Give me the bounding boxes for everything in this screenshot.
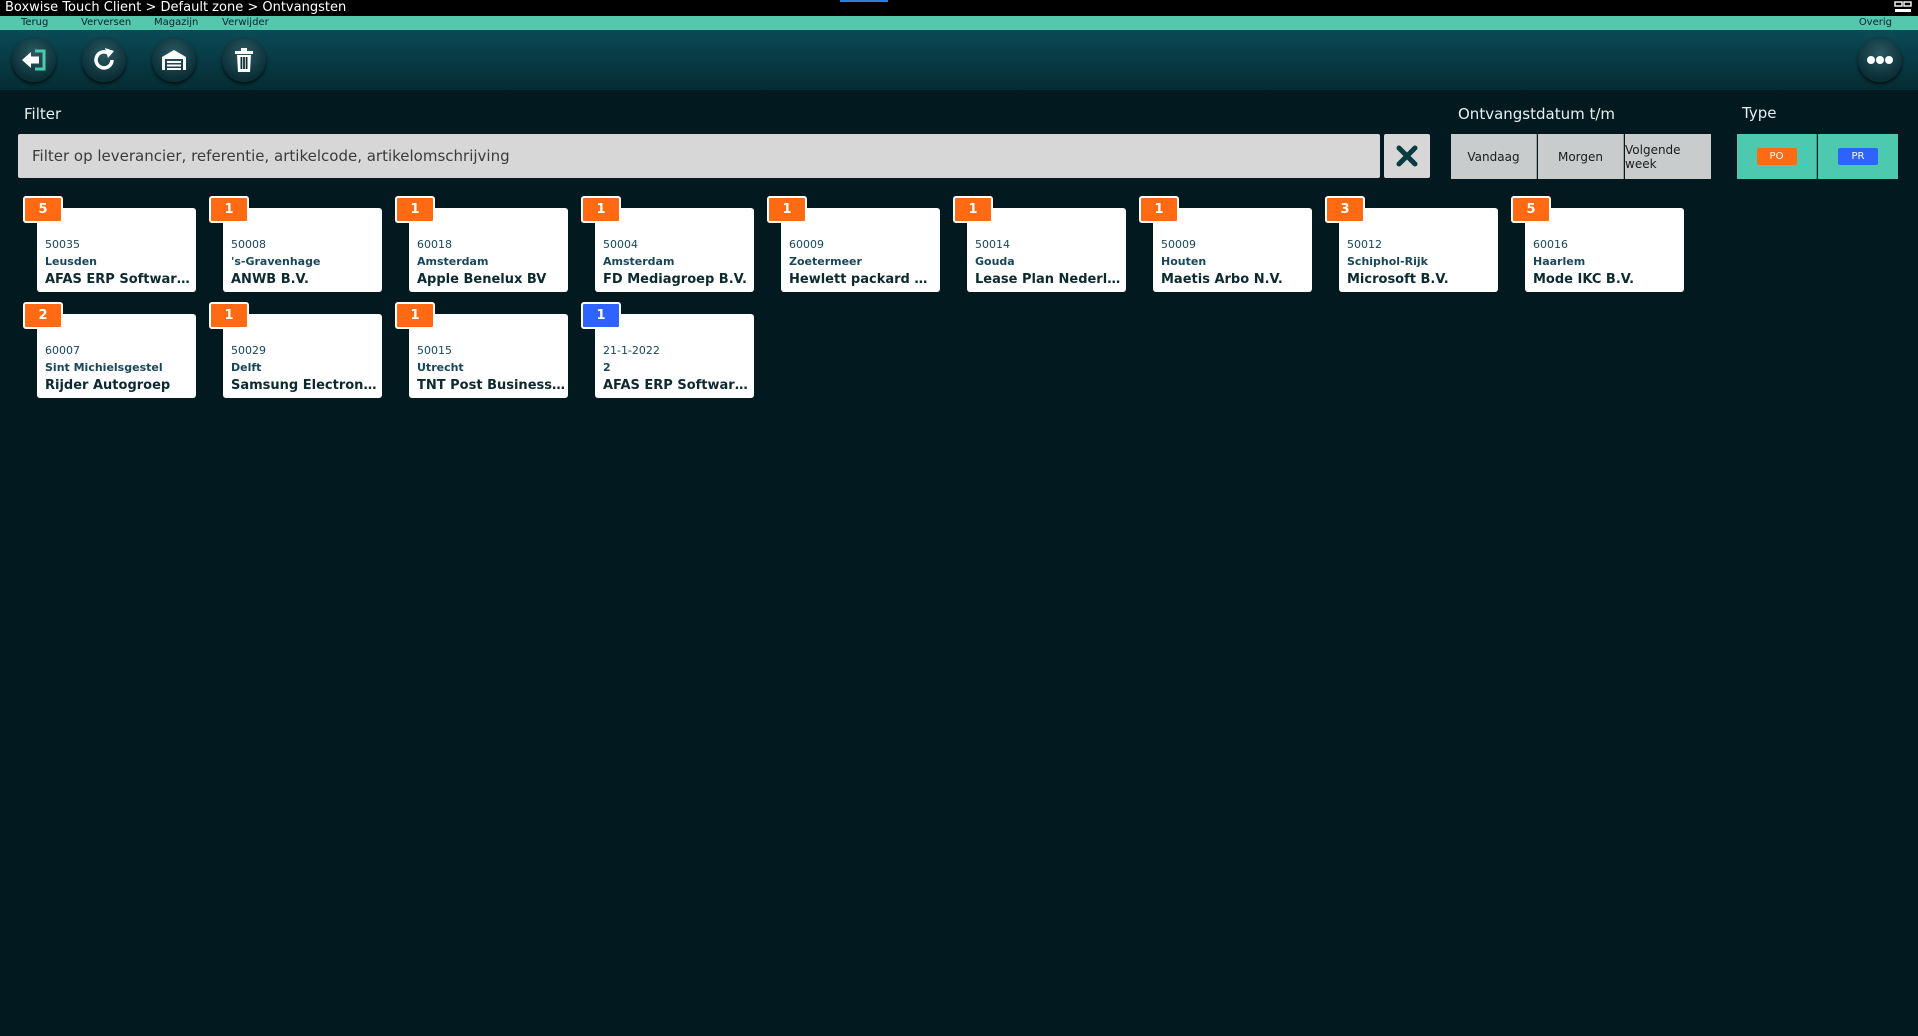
more-dots-icon bbox=[1867, 56, 1893, 64]
card-code: 50029 bbox=[231, 344, 266, 357]
card-code: 50004 bbox=[603, 238, 638, 251]
title-bar: Boxwise Touch Client > Default zone > On… bbox=[0, 0, 1918, 16]
warehouse-label[interactable]: Magazijn bbox=[154, 16, 198, 30]
card-city: Utrecht bbox=[417, 361, 464, 374]
delete-label[interactable]: Verwijder bbox=[222, 16, 269, 30]
more-button[interactable] bbox=[1858, 38, 1902, 82]
card-supplier-name: FD Mediagroep B.V. bbox=[603, 272, 747, 287]
card-supplier-name: Hewlett packard B.V. bbox=[789, 272, 937, 287]
card-code: 60007 bbox=[45, 344, 80, 357]
filter-input[interactable] bbox=[18, 134, 1380, 178]
count-badge: 1 bbox=[209, 196, 249, 223]
warehouse-icon bbox=[162, 50, 186, 70]
card-code: 50008 bbox=[231, 238, 266, 251]
back-arrow-icon bbox=[22, 49, 46, 71]
card-city: Houten bbox=[1161, 255, 1207, 268]
card-city: Amsterdam bbox=[603, 255, 675, 268]
card-city: 2 bbox=[603, 361, 611, 374]
receipt-card[interactable]: 1 50004 Amsterdam FD Mediagroep B.V. bbox=[581, 196, 754, 292]
warehouse-button[interactable] bbox=[152, 38, 196, 82]
toolbar-labels: Terug Verversen Magazijn Verwijder Overi… bbox=[0, 16, 1918, 30]
back-label[interactable]: Terug bbox=[21, 16, 48, 30]
count-badge: 5 bbox=[1511, 196, 1551, 223]
card-supplier-name: Apple Benelux BV bbox=[417, 272, 547, 287]
clear-filter-button[interactable] bbox=[1384, 134, 1430, 178]
card-supplier-name: ANWB B.V. bbox=[231, 272, 309, 287]
card-code: 50035 bbox=[45, 238, 80, 251]
count-badge: 1 bbox=[767, 196, 807, 223]
receipt-card[interactable]: 1 60018 Amsterdam Apple Benelux BV bbox=[395, 196, 568, 292]
window-menu-icon[interactable] bbox=[1894, 1, 1912, 13]
receipt-card[interactable]: 5 50035 Leusden AFAS ERP Software ... bbox=[23, 196, 196, 292]
card-supplier-name: Maetis Arbo N.V. bbox=[1161, 272, 1283, 287]
count-badge: 1 bbox=[581, 196, 621, 223]
card-city: Amsterdam bbox=[417, 255, 489, 268]
receipt-card[interactable]: 1 50015 Utrecht TNT Post Business S... bbox=[395, 302, 568, 398]
receipt-card[interactable]: 1 50008 's-Gravenhage ANWB B.V. bbox=[209, 196, 382, 292]
card-code: 50009 bbox=[1161, 238, 1196, 251]
close-icon bbox=[1396, 145, 1418, 167]
date-today-button[interactable]: Vandaag bbox=[1451, 134, 1537, 179]
type-pr-toggle[interactable]: PR bbox=[1818, 134, 1898, 179]
date-next-week-button[interactable]: Volgende week bbox=[1625, 134, 1711, 179]
window-title: Boxwise Touch Client > Default zone > On… bbox=[5, 0, 347, 15]
card-code: 21-1-2022 bbox=[603, 344, 660, 357]
receipt-card[interactable]: 3 50012 Schiphol-Rijk Microsoft B.V. bbox=[1325, 196, 1498, 292]
type-po-chip: PO bbox=[1756, 148, 1797, 165]
count-badge: 1 bbox=[395, 196, 435, 223]
card-code: 50015 bbox=[417, 344, 452, 357]
card-supplier-name: TNT Post Business S... bbox=[417, 378, 565, 393]
card-city: Sint Michielsgestel bbox=[45, 361, 163, 374]
card-city: Delft bbox=[231, 361, 262, 374]
card-code: 60016 bbox=[1533, 238, 1568, 251]
back-button[interactable] bbox=[12, 38, 56, 82]
card-city: Zoetermeer bbox=[789, 255, 862, 268]
refresh-button[interactable] bbox=[82, 38, 126, 82]
count-badge: 1 bbox=[953, 196, 993, 223]
receipt-card[interactable]: 1 50014 Gouda Lease Plan Nederla... bbox=[953, 196, 1126, 292]
count-badge: 3 bbox=[1325, 196, 1365, 223]
receipt-card[interactable]: 1 21-1-2022 2 AFAS ERP Software ... bbox=[581, 302, 754, 398]
card-supplier-name: Lease Plan Nederla... bbox=[975, 272, 1123, 287]
card-city: Leusden bbox=[45, 255, 98, 268]
receipt-card[interactable]: 1 60009 Zoetermeer Hewlett packard B.V. bbox=[767, 196, 940, 292]
card-supplier-name: Microsoft B.V. bbox=[1347, 272, 1449, 287]
count-badge: 5 bbox=[23, 196, 63, 223]
toolbar bbox=[0, 30, 1918, 90]
card-city: 's-Gravenhage bbox=[231, 255, 321, 268]
card-code: 60009 bbox=[789, 238, 824, 251]
refresh-icon bbox=[94, 48, 114, 70]
type-filter-label: Type bbox=[1742, 104, 1777, 122]
refresh-label[interactable]: Verversen bbox=[81, 16, 131, 30]
card-supplier-name: AFAS ERP Software ... bbox=[45, 272, 193, 287]
title-accent bbox=[840, 0, 888, 2]
card-code: 50012 bbox=[1347, 238, 1382, 251]
card-city: Schiphol-Rijk bbox=[1347, 255, 1428, 268]
count-badge: 1 bbox=[395, 302, 435, 329]
card-supplier-name: AFAS ERP Software ... bbox=[603, 378, 751, 393]
delete-button[interactable] bbox=[222, 38, 266, 82]
card-city: Gouda bbox=[975, 255, 1015, 268]
card-supplier-name: Samsung Electronic... bbox=[231, 378, 379, 393]
receipt-card[interactable]: 2 60007 Sint Michielsgestel Rijder Autogroe… bbox=[23, 302, 196, 398]
date-tomorrow-button[interactable]: Morgen bbox=[1538, 134, 1624, 179]
date-filter-label: Ontvangstdatum t/m bbox=[1458, 105, 1616, 123]
card-city: Haarlem bbox=[1533, 255, 1586, 268]
card-supplier-name: Mode IKC B.V. bbox=[1533, 272, 1635, 287]
card-supplier-name: Rijder Autogroep bbox=[45, 378, 171, 393]
count-badge: 1 bbox=[1139, 196, 1179, 223]
card-code: 60018 bbox=[417, 238, 452, 251]
count-badge: 1 bbox=[581, 302, 621, 329]
receipt-card[interactable]: 1 50009 Houten Maetis Arbo N.V. bbox=[1139, 196, 1312, 292]
receipt-card[interactable]: 1 50029 Delft Samsung Electronic... bbox=[209, 302, 382, 398]
count-badge: 1 bbox=[209, 302, 249, 329]
type-pr-chip: PR bbox=[1838, 148, 1878, 165]
other-label[interactable]: Overig bbox=[1859, 16, 1892, 30]
card-code: 50014 bbox=[975, 238, 1010, 251]
trash-icon bbox=[235, 48, 253, 72]
type-po-toggle[interactable]: PO bbox=[1737, 134, 1817, 179]
receipt-card[interactable]: 5 60016 Haarlem Mode IKC B.V. bbox=[1511, 196, 1684, 292]
filter-label: Filter bbox=[24, 105, 62, 123]
count-badge: 2 bbox=[23, 302, 63, 329]
